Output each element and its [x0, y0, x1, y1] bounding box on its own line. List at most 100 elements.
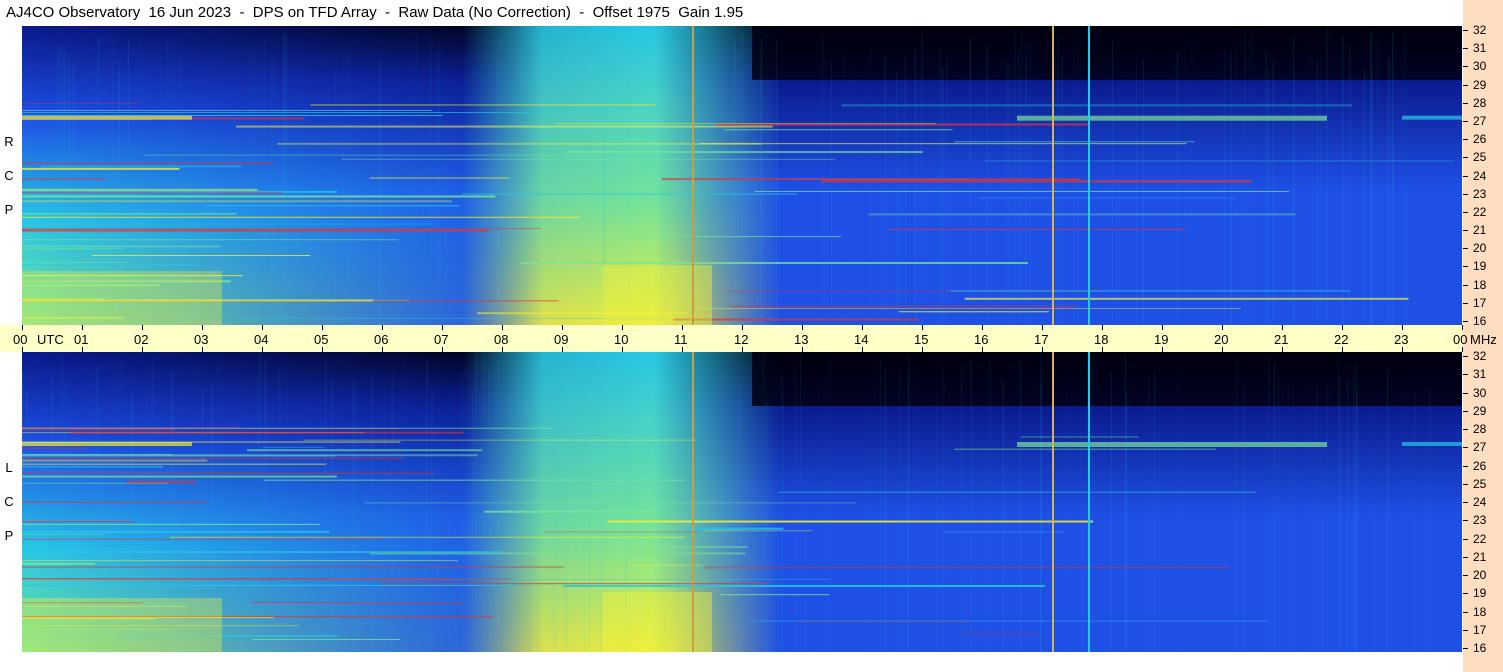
frequency-label: 25: [1473, 150, 1487, 165]
frequency-label: 27: [1473, 113, 1487, 128]
spectrogram-streak: [297, 53, 299, 325]
spectrogram-rfi-line: [22, 457, 403, 459]
time-tick: [982, 325, 983, 330]
time-tick: [502, 325, 503, 330]
spectrogram-rfi-line: [750, 620, 1269, 622]
spectrogram-streak: [1125, 390, 1127, 652]
spectrogram-streak: [1177, 370, 1179, 652]
spectrogram-streak: [1390, 58, 1392, 325]
time-tick: [562, 325, 563, 330]
spectrogram-rfi-line: [950, 290, 1351, 292]
spectrogram-rfi-line: [247, 449, 483, 452]
frequency-label: 18: [1473, 604, 1487, 619]
spectrogram-streak: [738, 383, 740, 652]
time-tick: [1102, 325, 1103, 330]
spectrogram-streak: [1154, 371, 1156, 652]
spectrogram-streak: [528, 367, 530, 652]
spectrogram-rfi-line: [22, 427, 555, 429]
spectrogram-streak: [555, 365, 557, 652]
time-tick: [562, 347, 563, 352]
spectrogram-streak: [989, 359, 991, 652]
time-tick: [1402, 325, 1403, 330]
time-tick: [322, 347, 323, 352]
time-tick: [142, 325, 143, 330]
panel-label-letter: C: [4, 494, 14, 509]
panel-label-letter: R: [4, 134, 14, 149]
spectrogram-streak: [1370, 33, 1372, 325]
spectrogram-rfi-line: [562, 584, 1045, 587]
spectrogram-rfi-line: [303, 439, 696, 441]
spectrogram-rfi-line: [22, 239, 399, 241]
panel-label-letter: C: [4, 168, 14, 183]
spectrogram-rfi-line: [565, 151, 923, 154]
spectrogram-rfi-line: [662, 178, 1081, 181]
frequency-label: 24: [1473, 495, 1487, 509]
spectrogram-rfi-line: [22, 228, 542, 230]
spectrogram-rfi-line: [142, 154, 598, 156]
time-tick: [802, 325, 803, 330]
spectrogram-band-27mhz: [1017, 115, 1327, 121]
spectrogram-streak: [379, 60, 381, 325]
spectrogram-streak: [781, 375, 783, 652]
spectrogram-rfi-line: [686, 527, 784, 530]
time-tick: [262, 347, 263, 352]
spectrogram-vertical-marker: [1088, 26, 1090, 325]
spectrogram-streak: [1309, 42, 1311, 325]
spectrogram-streak: [1326, 26, 1328, 325]
spectrogram-streak: [1111, 372, 1113, 652]
spectrogram-rfi-line: [379, 583, 769, 585]
spectrogram-streak: [271, 55, 273, 325]
spectrogram-rfi-line: [1021, 436, 1139, 438]
spectrogram-rfi-line: [41, 165, 241, 168]
frequency-label: 22: [1473, 531, 1487, 546]
spectrogram-streak: [1272, 61, 1274, 325]
panel-label-letter: L: [5, 460, 13, 475]
spectrogram-streak: [1293, 67, 1295, 325]
spectrogram-rfi-line: [22, 223, 436, 225]
spectrogram-rfi-line: [821, 180, 1252, 183]
frequency-tick: [1463, 502, 1468, 503]
spectrogram-streak: [944, 376, 946, 652]
time-label-hour: 12: [734, 332, 749, 347]
spectrogram-streak: [1355, 362, 1357, 652]
spectrogram-streak: [1404, 32, 1406, 325]
time-tick: [1222, 347, 1223, 352]
time-label-first: 00: [13, 332, 28, 347]
frequency-label: 16: [1473, 641, 1487, 655]
frequency-tick: [1463, 193, 1468, 195]
spectrogram-rfi-line: [898, 311, 1049, 313]
spectrogram-vertical-marker: [1052, 26, 1054, 325]
spectrogram-band-27mhz: [22, 442, 192, 446]
spectrogram-streak: [1236, 46, 1238, 325]
spectrogram-streak: [843, 52, 845, 325]
spectrogram-streak: [383, 387, 385, 652]
frequency-tick: [1463, 520, 1468, 522]
spectrogram-rfi-line: [204, 205, 459, 207]
spectrogram-streak: [488, 368, 490, 652]
spectrogram-streak: [256, 373, 258, 652]
spectrogram-rfi-line: [569, 546, 748, 549]
time-tick: [502, 347, 503, 352]
spectrogram-rfi-line: [341, 158, 836, 160]
spectrogram-rfi-line: [179, 317, 663, 319]
time-tick: [1162, 347, 1163, 352]
spectrogram-image: [22, 352, 1462, 652]
time-label-hour: 16: [974, 332, 989, 347]
spectrogram-warm-region: [602, 592, 712, 652]
spectrogram-streak: [1251, 30, 1253, 325]
spectrogram-rfi-line: [22, 112, 542, 114]
spectrogram-rfi-line: [634, 236, 842, 238]
spectrogram-streak: [522, 40, 524, 325]
spectrogram-rfi-line: [978, 197, 1236, 199]
spectrogram-streak: [1406, 50, 1408, 325]
spectrogram-band-27mhz: [1402, 115, 1462, 120]
spectrogram-rfi-line: [22, 472, 434, 474]
spectrogram-lcp: [22, 352, 1462, 652]
spectrogram-streak: [1014, 27, 1016, 325]
spectrogram-streak: [1191, 42, 1193, 325]
spectrogram-streak: [1077, 29, 1079, 325]
spectrogram-streak: [518, 363, 520, 652]
spectrogram-streak: [1142, 59, 1144, 325]
time-tick: [442, 347, 443, 352]
spectrogram-streak: [795, 364, 797, 652]
